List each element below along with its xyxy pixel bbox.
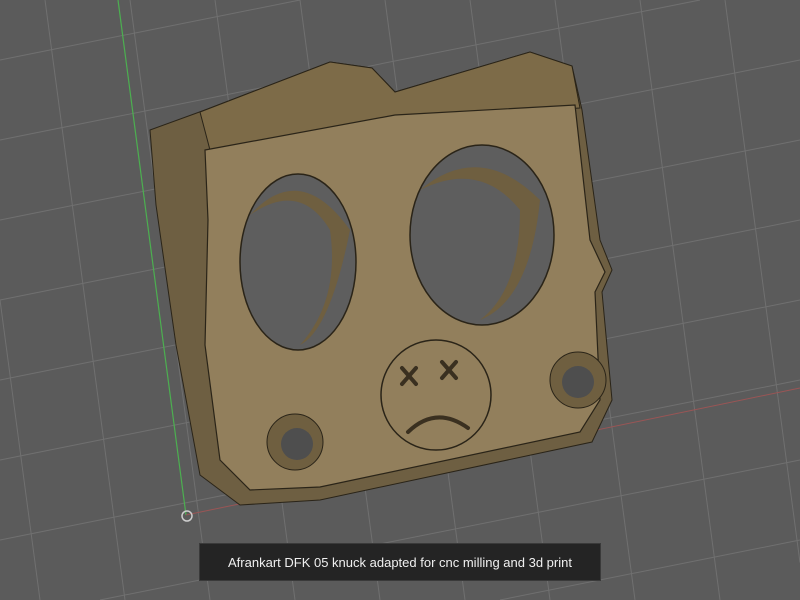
caption-bar: Afrankart DFK 05 knuck adapted for cnc m… <box>199 543 601 581</box>
origin-marker-icon <box>181 510 193 522</box>
grid-line <box>724 0 800 563</box>
3d-viewport[interactable] <box>0 0 800 600</box>
grid-line <box>0 0 301 61</box>
screw-hole-right-inner <box>562 366 594 398</box>
screw-hole-left-inner <box>281 428 313 460</box>
knuckle-model[interactable] <box>149 51 613 506</box>
grid-line <box>0 299 41 600</box>
grid-line <box>44 0 126 600</box>
